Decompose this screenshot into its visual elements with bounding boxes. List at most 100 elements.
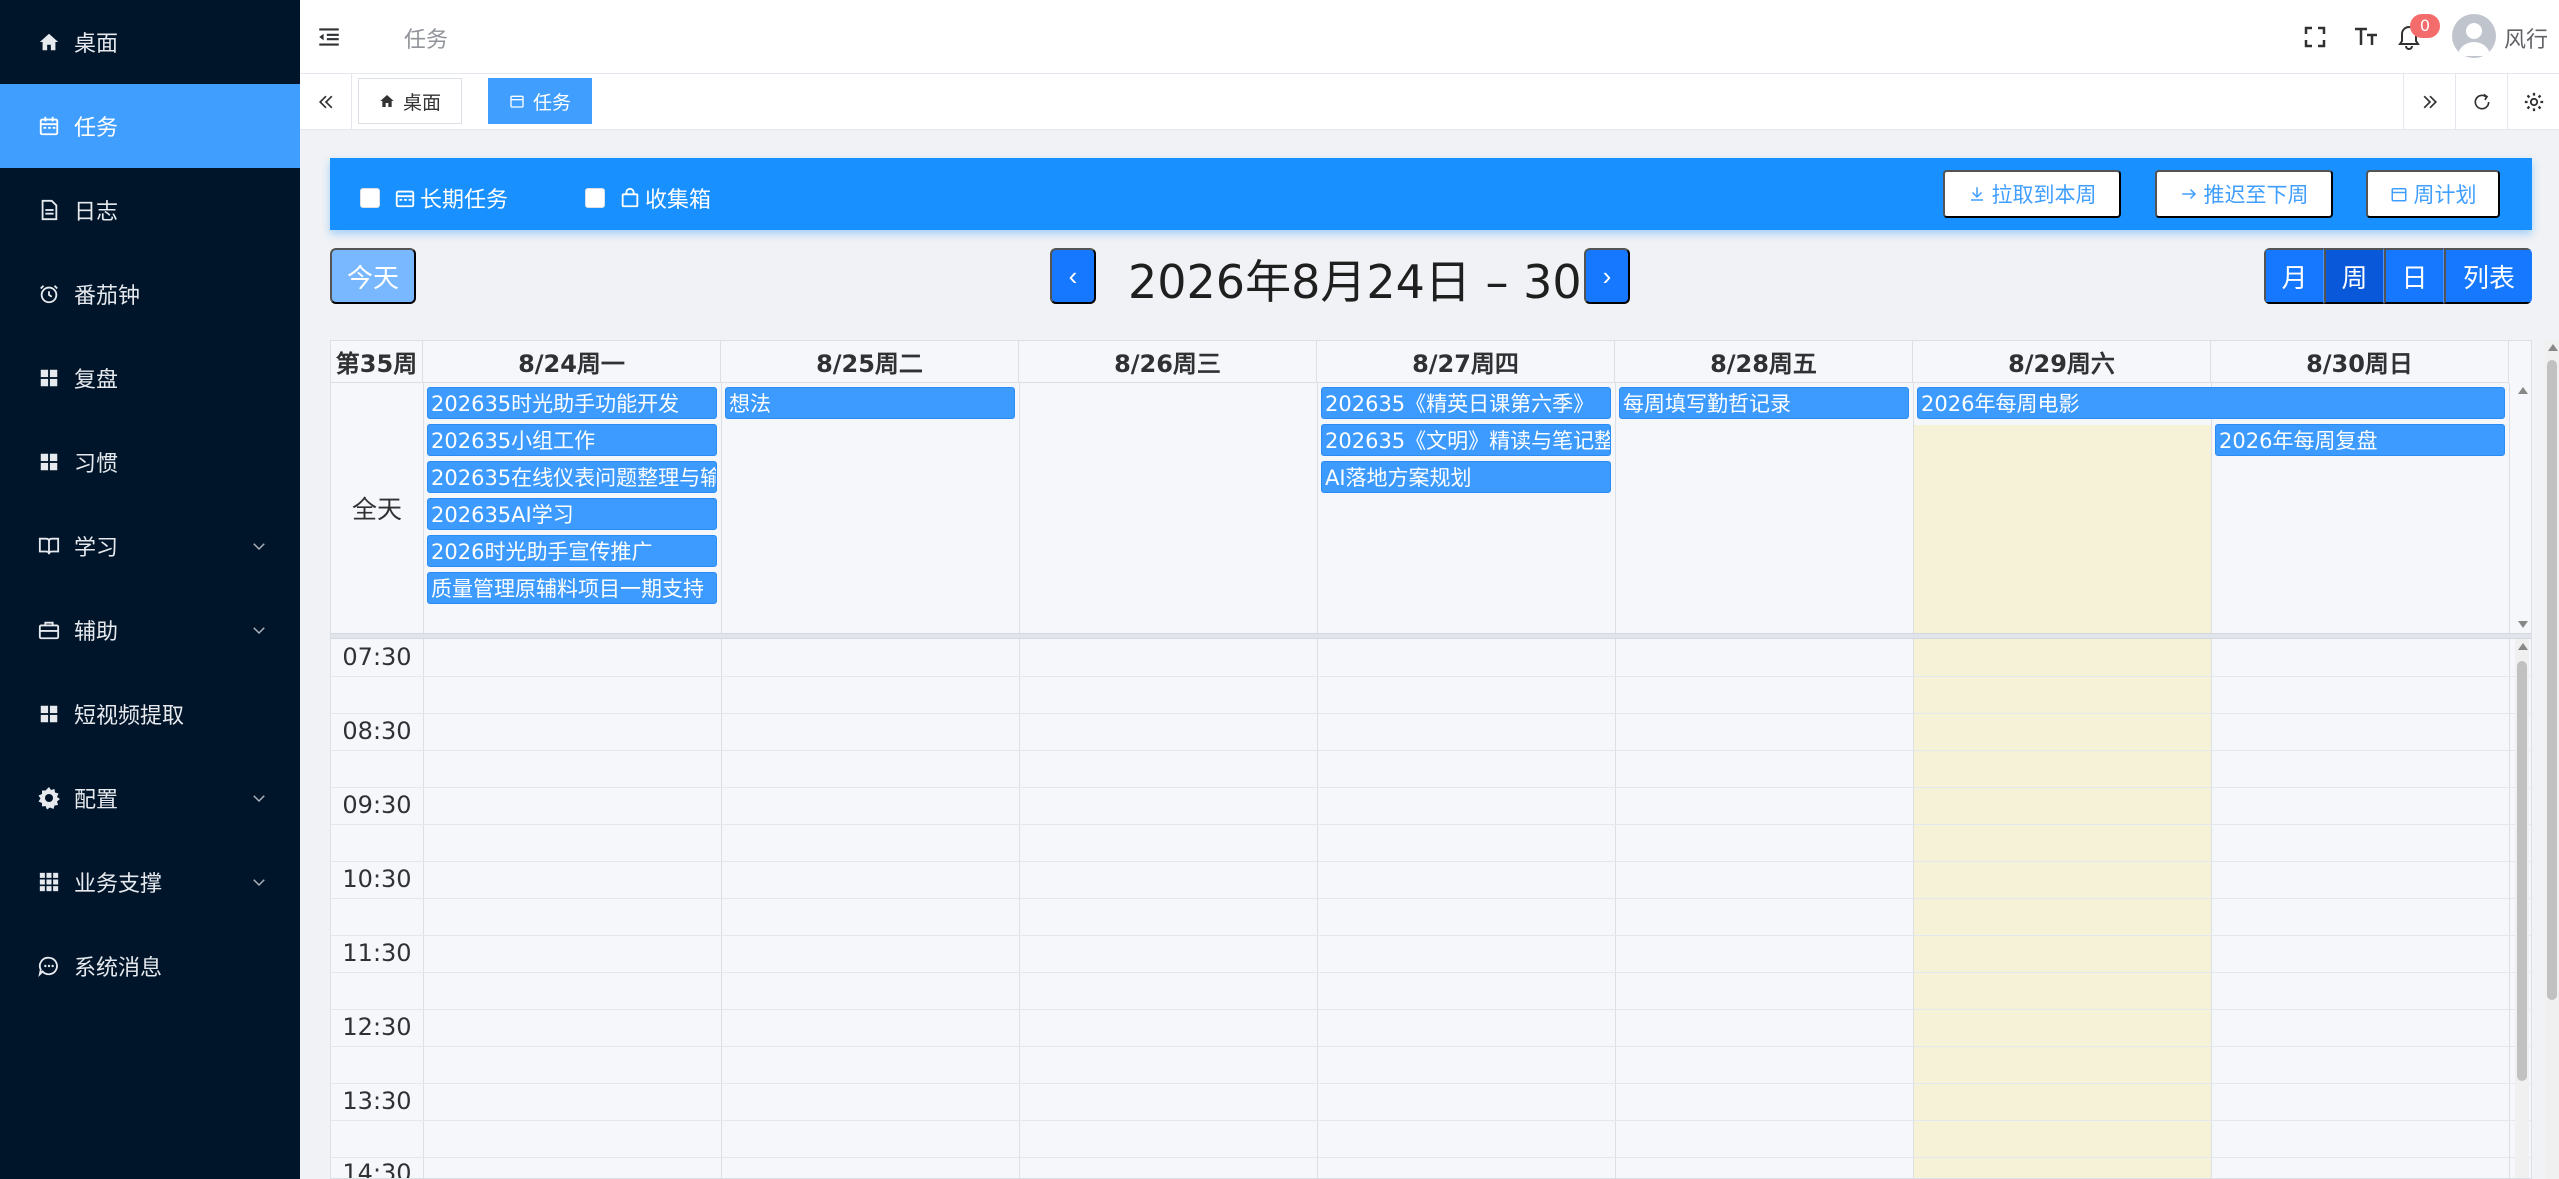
scrollbar-thumb[interactable] (2517, 661, 2527, 1081)
tab-label: 桌面 (403, 91, 442, 114)
checkbox-box[interactable] (585, 188, 605, 208)
tab-desktop[interactable]: 桌面 (358, 78, 463, 124)
event-item[interactable]: 202635在线仪表问题整理与输出 (427, 461, 717, 493)
sidebar-item-label: 习惯 (74, 452, 119, 477)
chevron-down-icon (253, 543, 265, 551)
apps-grid-icon (36, 869, 62, 895)
event-item[interactable]: 202635小组工作 (427, 424, 717, 456)
view-day-button[interactable]: 日 (2384, 248, 2444, 304)
avatar[interactable] (2452, 14, 2496, 58)
sidebar-item-tasks[interactable]: 任务 (0, 84, 300, 168)
chevron-down-icon (253, 627, 265, 635)
pull-to-this-week-button[interactable]: 拉取到本周 (1943, 170, 2121, 218)
sidebar-item-label: 学习 (74, 536, 119, 561)
event-item[interactable]: 2026时光助手宣传推广 (427, 535, 717, 567)
sidebar-item-label: 业务支撑 (74, 872, 163, 897)
tabs-bar: 桌面 任务 (300, 74, 2559, 130)
sidebar-item-label: 复盘 (74, 368, 119, 393)
calendar-icon (36, 113, 62, 139)
book-icon (36, 533, 62, 559)
day-header[interactable]: 8/27周四 (1317, 341, 1615, 383)
time-slot-label: 08:30 (342, 717, 412, 745)
grid-icon (36, 365, 62, 391)
view-week-button[interactable]: 周 (2324, 248, 2384, 304)
event-item[interactable]: 质量管理原辅料项目一期支持 (427, 572, 717, 604)
chat-icon (36, 953, 62, 979)
week-number: 第35周 (331, 341, 423, 383)
sidebar-item-label: 配置 (74, 788, 119, 813)
page-scrollbar[interactable] (2545, 340, 2559, 1179)
sidebar-item-desktop[interactable]: 桌面 (0, 0, 300, 84)
event-item[interactable]: 202635《文明》精读与笔记整理 (1321, 424, 1611, 456)
event-item[interactable]: 每周填写勤哲记录 (1619, 387, 1909, 419)
chevron-down-icon (253, 795, 265, 803)
sidebar-item-label: 日志 (74, 200, 119, 225)
weekly-plan-button[interactable]: 周计划 (2366, 170, 2500, 218)
tabs-scroll-left-icon[interactable] (300, 74, 352, 130)
calendar-icon (2391, 188, 2406, 202)
view-month-button[interactable]: 月 (2264, 248, 2324, 304)
sidebar-item-review[interactable]: 复盘 (0, 336, 300, 420)
day-header[interactable]: 8/29周六 (1913, 341, 2211, 383)
sidebar-item-study[interactable]: 学习 (0, 504, 300, 588)
allday-scrollbar[interactable] (2515, 383, 2529, 633)
document-icon (36, 197, 62, 223)
event-item[interactable]: 想法 (725, 387, 1015, 419)
time-slot-label: 13:30 (342, 1087, 412, 1115)
inbox-checkbox[interactable]: 收集箱 (585, 182, 711, 214)
scrollbar-thumb[interactable] (2547, 360, 2557, 1000)
next-week-button[interactable]: › (1584, 248, 1630, 304)
sidebar-item-pomodoro[interactable]: 番茄钟 (0, 252, 300, 336)
checkbox-box[interactable] (360, 188, 380, 208)
sidebar-item-system-messages[interactable]: 系统消息 (0, 924, 300, 1008)
task-toolbar: 长期任务 收集箱 拉取到本周 推迟至下周 周计划 (330, 158, 2532, 230)
chevron-down-icon (253, 879, 265, 887)
sidebar-item-label: 短视频提取 (74, 704, 185, 729)
top-header: 任务 0 风行 (300, 0, 2559, 74)
event-item[interactable]: 202635《精英日课第六季》 (1321, 387, 1611, 419)
long-term-task-checkbox[interactable]: 长期任务 (360, 182, 508, 214)
font-size-icon[interactable] (2352, 22, 2382, 52)
settings-gear-icon[interactable] (2507, 74, 2559, 130)
today-button[interactable]: 今天 (330, 248, 416, 304)
day-header[interactable]: 8/30周日 (2211, 341, 2509, 383)
event-item[interactable]: 2026年每周复盘 (2215, 424, 2505, 456)
sidebar: 桌面 任务 日志 番茄钟 复盘 习惯 学习 辅助 短视频提取 配置 业务支撑 系… (0, 0, 300, 1179)
sidebar-item-habits[interactable]: 习惯 (0, 420, 300, 504)
allday-label: 全天 (351, 495, 402, 524)
tabs-scroll-right-icon[interactable] (2403, 74, 2455, 130)
grid-icon (36, 701, 62, 727)
time-slot-label: 07:30 (342, 643, 412, 671)
tab-tasks[interactable]: 任务 (488, 78, 593, 124)
prev-week-button[interactable]: ‹ (1050, 248, 1096, 304)
timegrid-scrollbar[interactable] (2515, 639, 2529, 1178)
event-item[interactable]: 202635时光助手功能开发 (427, 387, 717, 419)
allday-divider[interactable] (331, 633, 2531, 639)
fullscreen-icon[interactable] (2300, 22, 2330, 52)
checkbox-label: 长期任务 (420, 188, 509, 213)
username[interactable]: 风行 (2504, 22, 2548, 54)
day-header[interactable]: 8/28周五 (1615, 341, 1913, 383)
postpone-to-next-week-button[interactable]: 推迟至下周 (2155, 170, 2333, 218)
weekend-highlight (1913, 639, 2211, 1178)
day-header[interactable]: 8/25周二 (721, 341, 1019, 383)
weekend-highlight (1913, 425, 2211, 633)
view-list-button[interactable]: 列表 (2444, 248, 2532, 304)
event-item[interactable]: 2026年每周电影 (1917, 387, 2505, 419)
sidebar-item-assist[interactable]: 辅助 (0, 588, 300, 672)
refresh-icon[interactable] (2455, 74, 2507, 130)
day-header[interactable]: 8/24周一 (423, 341, 721, 383)
event-item[interactable]: 202635AI学习 (427, 498, 717, 530)
calendar-icon (510, 95, 524, 108)
notification-badge: 0 (2410, 14, 2440, 38)
sidebar-item-journal[interactable]: 日志 (0, 168, 300, 252)
menu-fold-icon[interactable] (316, 24, 342, 50)
grid-icon (36, 449, 62, 475)
sidebar-item-short-video[interactable]: 短视频提取 (0, 672, 300, 756)
sidebar-item-label: 系统消息 (74, 956, 163, 981)
sidebar-item-business-support[interactable]: 业务支撑 (0, 840, 300, 924)
sidebar-item-config[interactable]: 配置 (0, 756, 300, 840)
day-header[interactable]: 8/26周三 (1019, 341, 1317, 383)
time-slot-label: 11:30 (342, 939, 412, 967)
event-item[interactable]: AI落地方案规划 (1321, 461, 1611, 493)
